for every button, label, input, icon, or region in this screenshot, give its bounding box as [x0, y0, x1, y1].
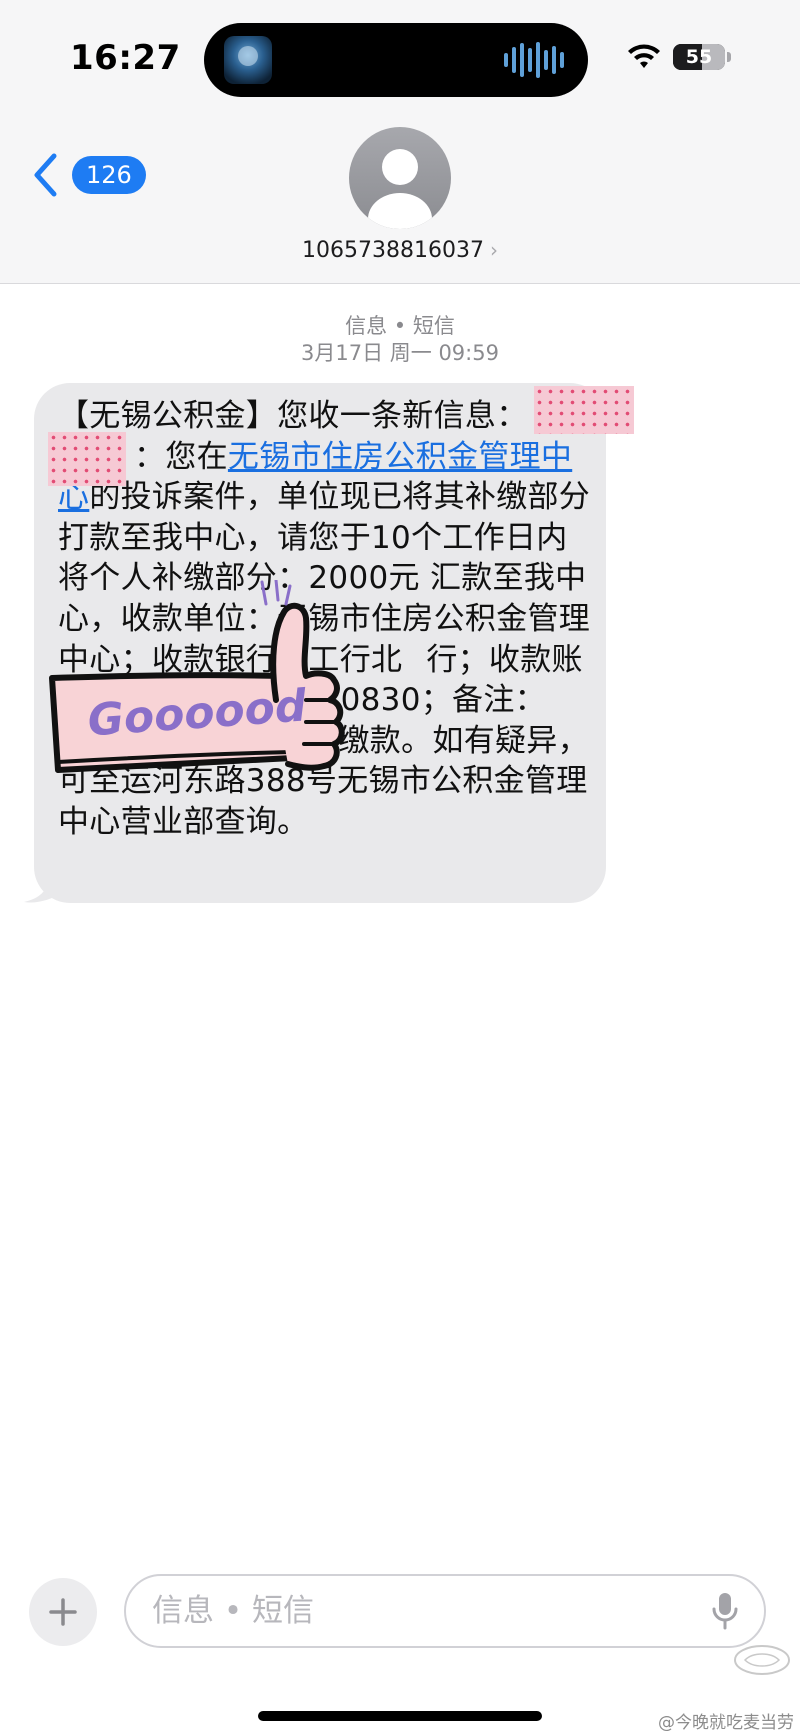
- message-timestamp: 3月17日 周一 09:59: [301, 341, 499, 365]
- back-chevron-icon: [34, 153, 57, 197]
- back-button[interactable]: 126: [30, 150, 146, 200]
- message-seg-2: ：您在: [134, 438, 228, 475]
- message-input-placeholder: 信息 • 短信: [152, 1593, 314, 1629]
- status-time: 16:27: [70, 38, 181, 78]
- plus-icon: [49, 1598, 77, 1626]
- conversation-header: 16:27 55 126 1065738816037 ›: [0, 0, 800, 284]
- battery-nub: [727, 52, 731, 62]
- message-input[interactable]: 信息 • 短信: [124, 1574, 766, 1648]
- battery-icon: 55: [673, 44, 725, 70]
- watermark-logo: [734, 1645, 790, 1675]
- unread-count-badge: 126: [72, 156, 146, 194]
- redaction-patch: [534, 386, 634, 434]
- chevron-right-icon: ›: [489, 238, 498, 262]
- home-indicator: [258, 1711, 542, 1721]
- watermark: @今晚就吃麦当劳: [658, 1713, 794, 1733]
- now-playing-artwork: [224, 36, 272, 84]
- battery-level: 55: [685, 46, 713, 68]
- message-seg-1: 【无锡公积金】您收一条新信息：: [58, 398, 528, 434]
- message-service-label: 信息 • 短信: [345, 314, 455, 338]
- dynamic-island: [204, 23, 588, 97]
- messages-screen: 16:27 55 126 1065738816037 › 信息 • 短信 3月1…: [0, 0, 800, 1734]
- avatar-head: [382, 149, 418, 185]
- avatar-body: [368, 193, 432, 229]
- thumbs-up-sticker: Goooood: [49, 580, 345, 773]
- contact-number: 1065738816037: [302, 238, 484, 263]
- message-seg-5: 20830；备注：: [320, 682, 546, 719]
- wifi-icon: [628, 44, 660, 68]
- contact-avatar-icon[interactable]: [349, 127, 451, 229]
- microphone-icon[interactable]: [712, 1592, 738, 1630]
- contact-name-button[interactable]: 1065738816037 ›: [0, 238, 800, 263]
- redaction-patch: [48, 432, 126, 486]
- audio-waveform-icon: [504, 41, 564, 79]
- add-attachment-button[interactable]: [29, 1578, 97, 1646]
